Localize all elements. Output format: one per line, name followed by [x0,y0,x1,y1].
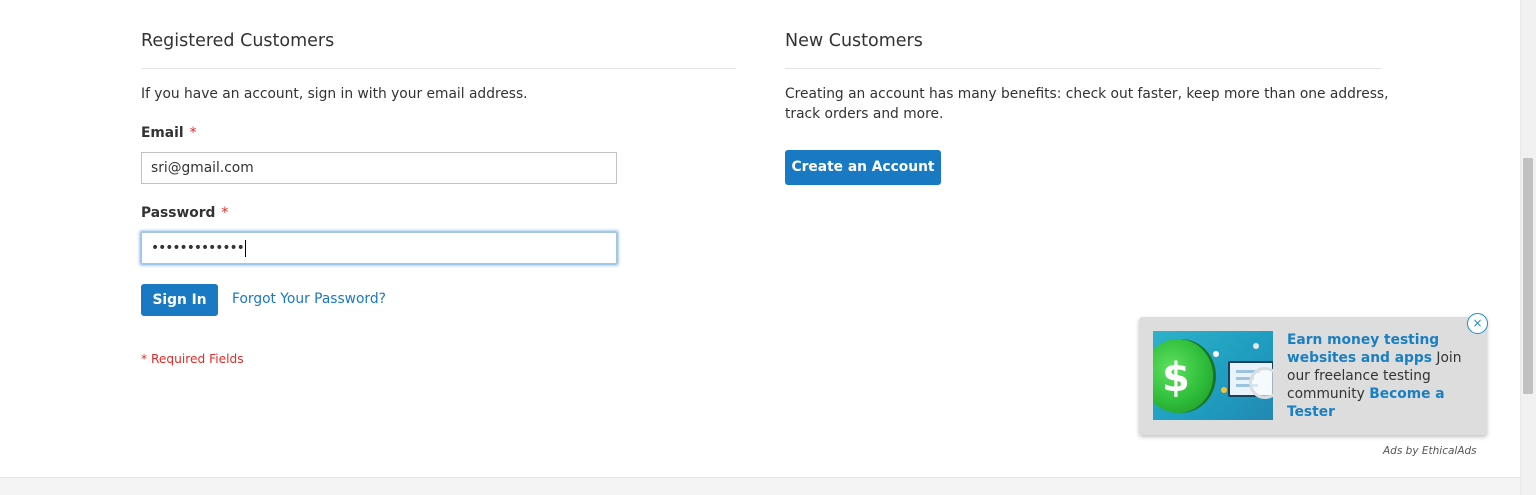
email-label: Email * [141,125,196,141]
ethical-ad[interactable]: $ Earn money testing websites and apps J… [1139,313,1488,435]
email-field-value: sri@gmail.com [151,160,254,176]
new-customers-intro-line1: Creating an account has many benefits: c… [785,86,1389,102]
required-fields-note: * Required Fields [141,352,244,366]
title-divider [785,68,1381,69]
password-label-text: Password [141,205,216,221]
registered-customers-title: Registered Customers [141,31,335,51]
password-field[interactable]: ••••••••••••• [141,232,617,264]
decor-dot [1213,351,1219,357]
sign-in-button[interactable]: Sign In [141,284,218,316]
email-label-text: Email [141,125,184,141]
ad-headline-link[interactable]: Earn money testing websites and apps [1287,332,1439,366]
ad-copy: Earn money testing websites and apps Joi… [1287,331,1482,421]
decor-dot [1221,387,1227,393]
new-customers-title: New Customers [785,31,923,51]
new-customers-intro-line2: track orders and more. [785,106,944,122]
decor-dot [1253,343,1259,349]
password-field-value: ••••••••••••• [151,240,245,256]
password-required-star: * [221,205,229,221]
dollar-coin-icon[interactable]: $ [1153,331,1273,420]
text-caret [244,239,246,257]
email-field[interactable]: sri@gmail.com [141,152,617,184]
scrollbar-thumb[interactable] [1523,158,1533,394]
page-footer-edge [0,477,1521,495]
password-label: Password * [141,205,228,221]
create-account-button[interactable]: Create an Account [785,150,941,185]
login-intro-text: If you have an account, sign in with you… [141,86,528,102]
dollar-sign-glyph: $ [1162,355,1190,401]
coin-graphic: $ [1153,339,1213,413]
forgot-password-link[interactable]: Forgot Your Password? [232,291,386,307]
ad-attribution[interactable]: Ads by EthicalAds [1383,445,1477,457]
vertical-scrollbar[interactable] [1520,0,1536,495]
email-required-star: * [189,125,197,141]
title-divider [141,68,736,69]
page: Registered Customers If you have an acco… [0,0,1536,495]
magnifier-graphic [1249,367,1273,399]
close-icon[interactable]: × [1467,313,1488,334]
